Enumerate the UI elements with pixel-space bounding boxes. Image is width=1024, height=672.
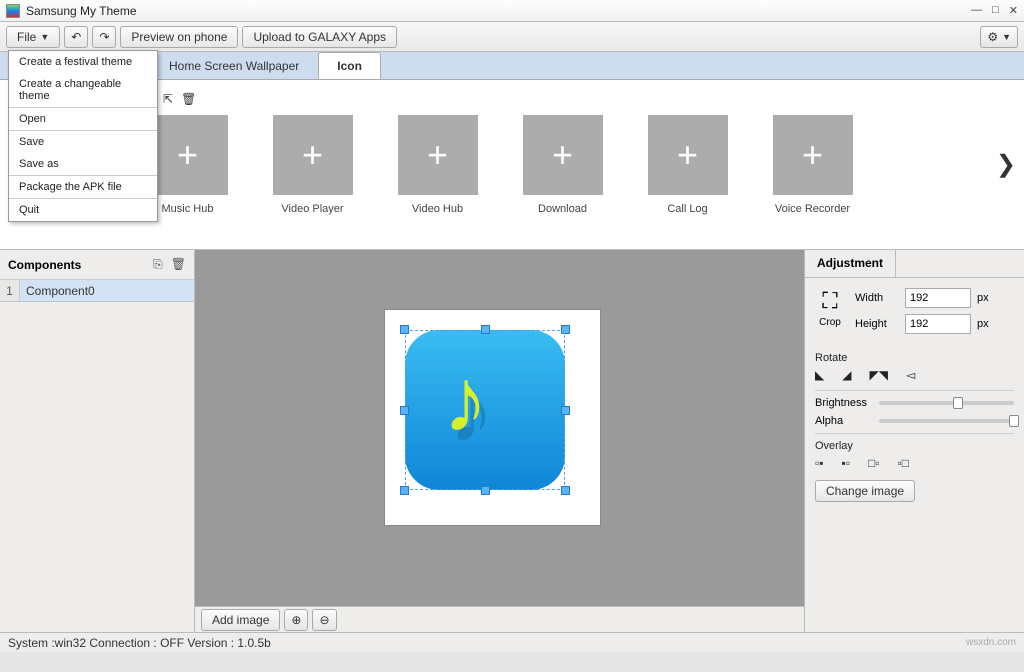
maximize-button[interactable]: □ xyxy=(992,4,999,17)
width-label: Width xyxy=(855,292,899,304)
artboard-container: ♪ xyxy=(385,310,600,525)
overlay-backward-icon[interactable]: □▫ xyxy=(868,456,880,470)
brightness-label: Brightness xyxy=(815,397,873,409)
components-panel: Components ⎘ 🗑 1 Component0 xyxy=(0,250,195,632)
titlebar: Samsung My Theme — □ ✕ xyxy=(0,0,1024,22)
icon-slot-voice-recorder[interactable]: + Voice Recorder xyxy=(770,115,855,215)
resize-handle[interactable] xyxy=(481,325,490,334)
tab-wallpaper[interactable]: Home Screen Wallpaper xyxy=(150,52,318,79)
undo-button[interactable]: ↶ xyxy=(64,26,88,48)
alpha-slider[interactable] xyxy=(879,419,1014,423)
settings-button[interactable]: ⚙▼ xyxy=(980,26,1018,48)
adjustment-panel: Adjustment ⛶ Crop Width px Height xyxy=(804,250,1024,632)
flip-horizontal-icon[interactable]: ◤◥ xyxy=(869,368,887,382)
minimize-button[interactable]: — xyxy=(971,4,982,17)
menu-quit[interactable]: Quit xyxy=(9,199,157,221)
trash-icon[interactable]: 🗑 xyxy=(181,92,196,106)
upload-button[interactable]: Upload to GALAXY Apps xyxy=(242,26,397,48)
overlay-forward-icon[interactable]: ▫□ xyxy=(898,456,910,470)
status-text: System :win32 Connection : OFF Version :… xyxy=(8,636,271,650)
zoom-out-button[interactable]: ⊖ xyxy=(312,609,336,631)
menu-save-as[interactable]: Save as xyxy=(9,153,157,175)
alpha-label: Alpha xyxy=(815,415,873,427)
menu-open[interactable]: Open xyxy=(9,108,157,130)
menu-create-festival[interactable]: Create a festival theme xyxy=(9,51,157,73)
plus-icon: + xyxy=(177,134,198,176)
export-icon[interactable]: ⇱ xyxy=(163,92,173,106)
close-button[interactable]: ✕ xyxy=(1009,4,1018,17)
canvas[interactable]: ♪ Add image ⊕ ⊖ xyxy=(195,250,804,632)
height-label: Height xyxy=(855,318,899,330)
menu-save[interactable]: Save xyxy=(9,131,157,153)
menu-create-changeable[interactable]: Create a changeable theme xyxy=(9,73,157,107)
plus-icon: + xyxy=(677,134,698,176)
file-menu-button[interactable]: File▼ xyxy=(6,26,60,48)
rotate-right-icon[interactable]: ◢ xyxy=(842,368,851,382)
resize-handle[interactable] xyxy=(561,486,570,495)
plus-icon: + xyxy=(802,134,823,176)
file-dropdown: Create a festival theme Create a changea… xyxy=(8,50,158,222)
icon-slot-video-hub[interactable]: + Video Hub xyxy=(395,115,480,215)
overlay-bring-front-icon[interactable]: ▪▫ xyxy=(842,456,851,470)
window-title: Samsung My Theme xyxy=(26,4,971,18)
icon-slot-call-log[interactable]: + Call Log xyxy=(645,115,730,215)
change-image-button[interactable]: Change image xyxy=(815,480,915,502)
resize-handle[interactable] xyxy=(481,486,490,495)
width-input[interactable] xyxy=(905,288,971,308)
adjustment-tab[interactable]: Adjustment xyxy=(805,250,896,277)
credit-text: wsxdn.com xyxy=(966,637,1016,648)
rotate-left-icon[interactable]: ◣ xyxy=(815,368,824,382)
resize-handle[interactable] xyxy=(400,406,409,415)
overlay-send-back-icon[interactable]: ▫▪ xyxy=(815,456,824,470)
music-note-icon: ♪ xyxy=(443,350,488,453)
artboard[interactable]: ♪ xyxy=(405,330,565,490)
zoom-in-button[interactable]: ⊕ xyxy=(284,609,308,631)
menu-package-apk[interactable]: Package the APK file xyxy=(9,176,157,198)
scroll-right-button[interactable]: ❯ xyxy=(996,150,1016,179)
app-icon xyxy=(6,4,20,18)
crop-icon[interactable]: ⛶ xyxy=(815,288,845,314)
flip-vertical-icon[interactable]: ◅ xyxy=(906,368,915,382)
trash-icon[interactable]: 🗑 xyxy=(171,257,186,272)
height-input[interactable] xyxy=(905,314,971,334)
tab-icon[interactable]: Icon xyxy=(318,52,381,79)
rotate-label: Rotate xyxy=(815,352,1014,364)
components-title: Components xyxy=(8,258,81,272)
preview-button[interactable]: Preview on phone xyxy=(120,26,238,48)
overlay-label: Overlay xyxy=(815,440,1014,452)
toolbar: File▼ ↶ ↷ Preview on phone Upload to GAL… xyxy=(0,22,1024,52)
gear-icon: ⚙ xyxy=(987,30,998,44)
resize-handle[interactable] xyxy=(400,486,409,495)
plus-icon: + xyxy=(302,134,323,176)
resize-handle[interactable] xyxy=(561,406,570,415)
workspace: Components ⎘ 🗑 1 Component0 ♪ xyxy=(0,250,1024,632)
add-image-button[interactable]: Add image xyxy=(201,609,280,631)
redo-button[interactable]: ↷ xyxy=(92,26,116,48)
status-bar: System :win32 Connection : OFF Version :… xyxy=(0,632,1024,652)
icon-slot-download[interactable]: + Download xyxy=(520,115,605,215)
component-row[interactable]: 1 Component0 xyxy=(0,280,194,302)
resize-handle[interactable] xyxy=(561,325,570,334)
icon-slot-video-player[interactable]: + Video Player xyxy=(270,115,355,215)
canvas-toolbar: Add image ⊕ ⊖ xyxy=(195,606,804,632)
plus-icon: + xyxy=(427,134,448,176)
brightness-slider[interactable] xyxy=(879,401,1014,405)
plus-icon: + xyxy=(552,134,573,176)
resize-handle[interactable] xyxy=(400,325,409,334)
copy-icon[interactable]: ⎘ xyxy=(153,257,163,272)
